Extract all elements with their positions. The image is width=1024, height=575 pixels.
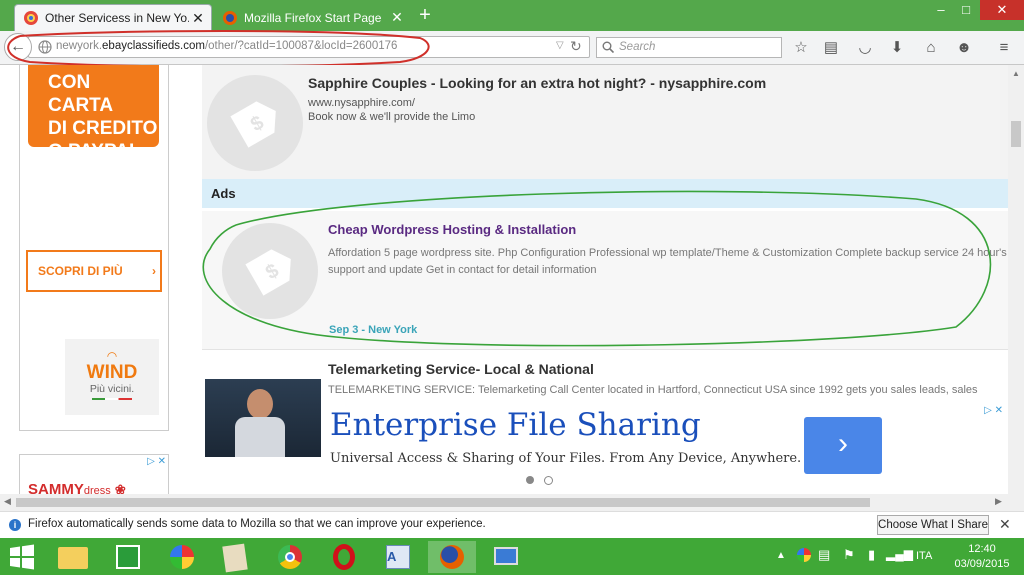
input-language[interactable]: ITA: [916, 550, 932, 562]
price-tag-icon: $: [207, 75, 303, 171]
scroll-left-arrow-icon[interactable]: ◀: [4, 496, 11, 507]
close-window-button[interactable]: ✕: [980, 0, 1024, 20]
clock-time: 12:40: [968, 543, 996, 555]
carta-line2: DI CREDITO: [48, 118, 158, 139]
chevron-right-icon: ›: [152, 264, 156, 278]
wind-slogan: Più vicini.: [89, 383, 135, 395]
operator-shirt: [235, 417, 285, 457]
search-icon: [602, 41, 614, 53]
clock-date: 03/09/2015: [954, 558, 1010, 570]
bookmark-star-icon[interactable]: ☆: [791, 38, 811, 58]
reload-icon[interactable]: ↻: [570, 38, 582, 55]
adchoices-icon[interactable]: ▷ ✕: [147, 456, 166, 467]
wordpad-taskbar-icon[interactable]: A: [374, 541, 422, 573]
windows-start-icon[interactable]: [9, 544, 35, 570]
store-taskbar-icon[interactable]: [104, 541, 152, 573]
dropdown-arrow-icon[interactable]: ▽: [556, 40, 564, 51]
page-content: CON CARTA DI CREDITO O PAYPAL SCOPRI DI …: [0, 65, 1008, 494]
carousel-dot-active[interactable]: [526, 476, 534, 484]
firefox-taskbar-icon[interactable]: [428, 541, 476, 573]
adchoices-icon[interactable]: ▷ ✕: [984, 405, 1003, 416]
banner-next-button[interactable]: ›: [804, 417, 882, 474]
battery-icon[interactable]: ▮: [868, 547, 875, 563]
maximize-button[interactable]: □: [952, 0, 980, 20]
chrome-taskbar-icon[interactable]: [266, 541, 314, 573]
scopri-label: SCOPRI DI PIÙ: [38, 264, 123, 278]
scopri-button[interactable]: SCOPRI DI PIÙ ›: [26, 250, 162, 292]
carta-line3: O PAYPAL: [48, 141, 141, 162]
call-center-photo: [205, 379, 321, 457]
sammy-brand: SAMMY: [28, 481, 84, 494]
notepad-taskbar-icon[interactable]: [212, 541, 260, 573]
green-annotation-circle: [202, 190, 992, 347]
listing-desc: Book now & we'll provide the Limo: [308, 111, 476, 123]
sammy-suffix: dress: [83, 485, 111, 494]
listing-url[interactable]: www.nysapphire.com/: [308, 97, 415, 109]
tray-network-icon[interactable]: ▤: [818, 547, 830, 563]
download-icon[interactable]: ⬇: [887, 38, 907, 58]
scroll-up-arrow-icon[interactable]: ▲: [1012, 69, 1020, 78]
remote-desktop-taskbar-icon[interactable]: [482, 541, 530, 573]
banner-subtitle: Universal Access & Sharing of Your Files…: [330, 451, 802, 466]
hello-chat-icon[interactable]: ☻: [954, 38, 974, 58]
wind-ad[interactable]: ◠ WIND Più vicini.: [65, 339, 159, 415]
sammy-dress-ad[interactable]: ▷ ✕ SAMMYdress ❀: [19, 454, 169, 494]
flower-icon: ❀: [114, 482, 126, 494]
ebay-favicon-icon: [24, 11, 38, 25]
tab-close-icon[interactable]: ✕: [189, 10, 207, 27]
close-notice-icon[interactable]: ✕: [999, 516, 1011, 533]
search-placeholder: Search: [619, 41, 656, 53]
enterprise-banner-ad[interactable]: Enterprise File Sharing Universal Access…: [321, 403, 1005, 474]
menu-icon[interactable]: ≡: [994, 38, 1014, 58]
tab-title: Mozilla Firefox Start Page: [244, 10, 382, 25]
tab-title: Other Servicess in New Yo...: [45, 11, 189, 25]
listing-title[interactable]: Sapphire Couples - Looking for an extra …: [308, 75, 766, 91]
italian-flag-stripe: [92, 398, 132, 400]
system-clock[interactable]: 12:40 03/09/2015: [952, 542, 1012, 572]
tab-close-icon[interactable]: ✕: [388, 9, 406, 26]
scroll-right-arrow-icon[interactable]: ▶: [995, 496, 1002, 507]
wind-brand: WIND: [86, 362, 138, 383]
tab-firefox-start[interactable]: Mozilla Firefox Start Page ✕: [214, 4, 410, 31]
banner-title[interactable]: Enterprise File Sharing: [330, 407, 701, 443]
vertical-scrollbar[interactable]: ▲: [1008, 65, 1024, 494]
carta-credito-ad[interactable]: CON CARTA DI CREDITO O PAYPAL: [28, 65, 159, 162]
pocket-icon[interactable]: ◡: [855, 38, 875, 58]
scroll-thumb[interactable]: [1011, 121, 1021, 147]
carousel-dot[interactable]: [544, 476, 553, 485]
data-notification-bar: i Firefox automatically sends some data …: [0, 511, 1024, 538]
notice-text: Firefox automatically sends some data to…: [28, 518, 486, 530]
red-annotation-circle: [7, 30, 430, 68]
scroll-thumb-horizontal[interactable]: [16, 498, 870, 507]
tray-picasa-icon[interactable]: [797, 548, 811, 562]
info-icon: i: [9, 519, 21, 531]
listing-desc: TELEMARKETING SERVICE: Telemarketing Cal…: [328, 384, 978, 396]
wind-logo-icon: ◠: [106, 349, 118, 363]
carta-line1: CON CARTA: [48, 72, 114, 116]
show-hidden-icons-icon[interactable]: ▲: [776, 550, 786, 561]
home-icon[interactable]: ⌂: [921, 38, 941, 58]
file-explorer-taskbar-icon[interactable]: [50, 541, 98, 573]
tab-other-services[interactable]: Other Servicess in New Yo... ✕: [14, 4, 212, 31]
new-tab-button[interactable]: +: [414, 5, 436, 27]
picasa-taskbar-icon[interactable]: [158, 541, 206, 573]
horizontal-scrollbar[interactable]: ◀ ▶: [0, 494, 1024, 511]
opera-taskbar-icon[interactable]: [320, 541, 368, 573]
choose-what-i-share-button[interactable]: Choose What I Share: [877, 515, 989, 535]
operator-face: [247, 389, 273, 419]
listing-title[interactable]: Telemarketing Service- Local & National: [328, 361, 594, 377]
firefox-icon: [223, 10, 237, 25]
signal-strength-icon[interactable]: ▂▄▆: [886, 547, 913, 561]
reading-list-icon[interactable]: ▤: [821, 38, 841, 58]
action-center-flag-icon[interactable]: ⚑: [843, 547, 855, 563]
chevron-right-icon: ›: [838, 427, 848, 460]
